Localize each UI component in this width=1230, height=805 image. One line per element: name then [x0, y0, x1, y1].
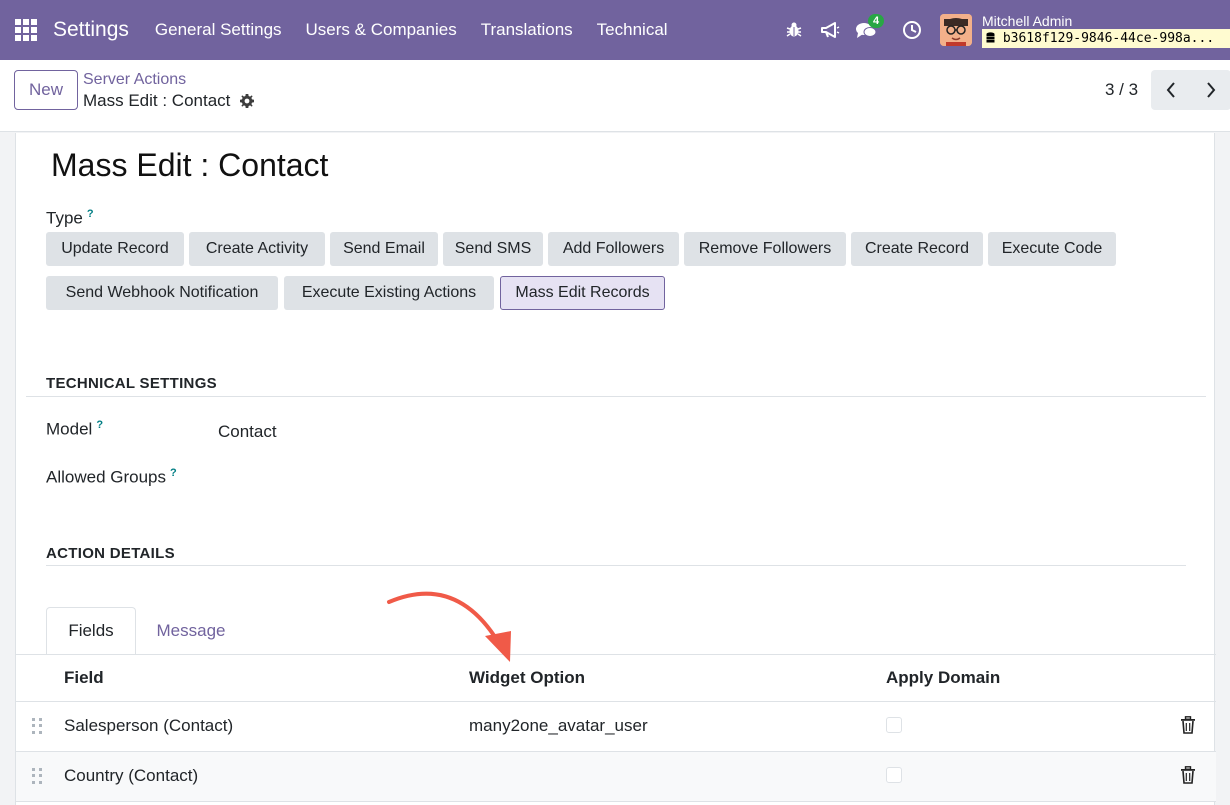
table-header: Field Widget Option Apply Domain [16, 654, 1216, 702]
type-execute-existing-actions[interactable]: Execute Existing Actions [284, 276, 494, 310]
breadcrumb-server-actions[interactable]: Server Actions [83, 71, 186, 89]
record-title[interactable]: Mass Edit : Contact [51, 147, 328, 184]
form-sheet: Mass Edit : Contact Type? Update Record … [15, 133, 1216, 805]
drag-handle-icon[interactable] [32, 718, 42, 734]
menu-translations[interactable]: Translations [469, 20, 585, 40]
type-execute-code[interactable]: Execute Code [988, 232, 1116, 266]
navbar-systray: 4 Mitchell Admin b3618f129-9846-44ce-998… [776, 0, 1230, 60]
row-field[interactable]: Salesperson (Contact) [64, 716, 233, 736]
model-value[interactable]: Contact [218, 422, 277, 442]
chevron-right-icon [1207, 82, 1216, 98]
allowed-groups-label: Allowed Groups? [46, 467, 177, 487]
gear-icon[interactable] [239, 93, 255, 109]
type-create-record[interactable]: Create Record [851, 232, 983, 266]
pager-next-button[interactable] [1191, 70, 1230, 110]
user-avatar[interactable] [940, 14, 972, 46]
type-remove-followers[interactable]: Remove Followers [684, 232, 846, 266]
chevron-left-icon [1166, 82, 1175, 98]
breadcrumb-current: Mass Edit : Contact [83, 91, 255, 111]
top-navbar: Settings General Settings Users & Compan… [0, 0, 1230, 60]
row-field[interactable]: Country (Contact) [64, 766, 198, 786]
megaphone-icon[interactable] [812, 12, 848, 48]
column-field[interactable]: Field [64, 668, 104, 688]
annotation-arrow-icon [387, 591, 511, 662]
type-update-record[interactable]: Update Record [46, 232, 184, 266]
menu-users-companies[interactable]: Users & Companies [294, 20, 469, 40]
type-send-sms[interactable]: Send SMS [443, 232, 543, 266]
action-details-heading: ACTION DETAILS [46, 545, 175, 562]
apps-menu-icon[interactable] [15, 19, 37, 41]
debug-bug-icon[interactable] [776, 12, 812, 48]
type-send-email[interactable]: Send Email [330, 232, 438, 266]
technical-separator [26, 396, 1206, 397]
user-menu[interactable]: Mitchell Admin b3618f129-9846-44ce-998a.… [982, 13, 1230, 48]
type-label: Type? [46, 208, 94, 228]
database-name: b3618f129-9846-44ce-998a... [982, 28, 1230, 48]
help-icon[interactable]: ? [170, 467, 177, 479]
menu-technical[interactable]: Technical [585, 20, 680, 40]
help-icon[interactable]: ? [87, 208, 94, 220]
new-button[interactable]: New [14, 70, 78, 110]
help-icon[interactable]: ? [96, 419, 103, 431]
column-widget-option[interactable]: Widget Option [469, 668, 585, 688]
user-name: Mitchell Admin [982, 12, 1073, 29]
breadcrumb-current-label: Mass Edit : Contact [83, 91, 231, 110]
type-add-followers[interactable]: Add Followers [548, 232, 679, 266]
technical-settings-heading: TECHNICAL SETTINGS [46, 375, 217, 392]
fields-table: Field Widget Option Apply Domain Salespe… [16, 654, 1216, 802]
table-row[interactable]: Country (Contact) [16, 752, 1216, 802]
tab-fields[interactable]: Fields [46, 607, 136, 655]
tab-message[interactable]: Message [136, 607, 246, 655]
control-panel: New Server Actions Mass Edit : Contact 3… [0, 60, 1230, 132]
trash-icon[interactable] [1180, 716, 1196, 734]
app-brand[interactable]: Settings [53, 18, 129, 42]
activity-clock-icon[interactable] [894, 12, 930, 48]
row-widget[interactable]: many2one_avatar_user [469, 716, 648, 736]
model-label: Model? [46, 419, 104, 439]
chat-icon[interactable]: 4 [848, 12, 885, 48]
type-mass-edit-records[interactable]: Mass Edit Records [500, 276, 665, 310]
pager-value[interactable]: 3 / 3 [1105, 80, 1138, 100]
menu-general-settings[interactable]: General Settings [143, 20, 294, 40]
action-separator [46, 565, 1186, 566]
chat-count-badge: 4 [868, 14, 885, 28]
apply-domain-checkbox[interactable] [886, 767, 902, 783]
database-icon [986, 31, 995, 42]
pager-previous-button[interactable] [1151, 70, 1191, 110]
main-menu: General Settings Users & Companies Trans… [143, 20, 680, 40]
column-apply-domain[interactable]: Apply Domain [886, 668, 1000, 688]
type-create-activity[interactable]: Create Activity [189, 232, 325, 266]
apply-domain-checkbox[interactable] [886, 717, 902, 733]
drag-handle-icon[interactable] [32, 768, 42, 784]
table-row[interactable]: Salesperson (Contact) many2one_avatar_us… [16, 702, 1216, 752]
trash-icon[interactable] [1180, 766, 1196, 784]
type-send-webhook-notification[interactable]: Send Webhook Notification [46, 276, 278, 310]
